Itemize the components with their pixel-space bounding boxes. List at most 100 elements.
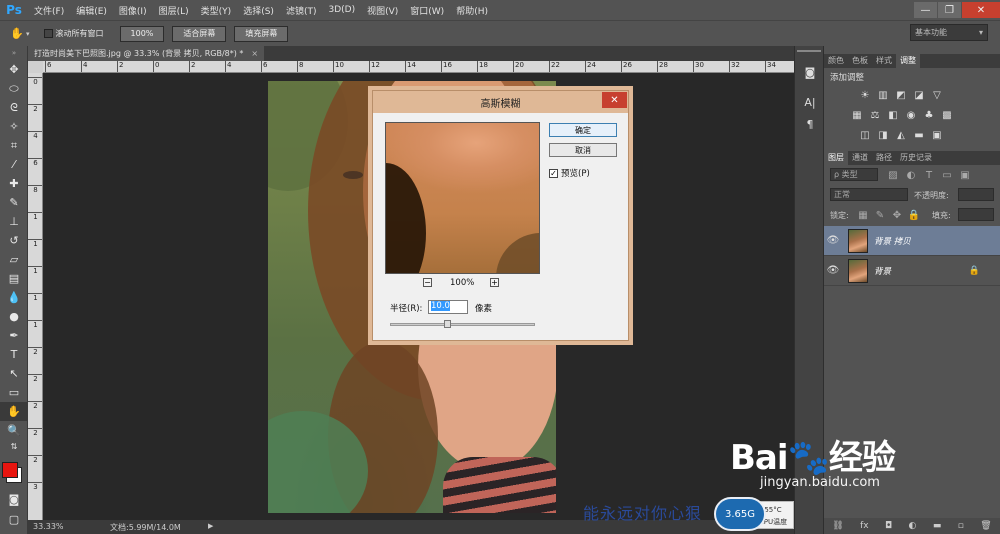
fill-screen-button[interactable]: 填充屏幕 — [234, 25, 289, 42]
zoom-level[interactable]: 33.33% — [33, 522, 64, 531]
menu-filter[interactable]: 滤镜(T) — [280, 4, 323, 17]
menu-edit[interactable]: 编辑(E) — [70, 4, 113, 17]
blur-tool-icon[interactable]: 💧 — [0, 288, 28, 307]
swap-colors-icon[interactable]: ⇅ — [0, 440, 28, 452]
preset-dropdown-icon[interactable]: ▾ — [26, 30, 30, 38]
vibrance-icon[interactable]: ▽ — [930, 88, 944, 102]
menu-file[interactable]: 文件(F) — [28, 4, 70, 17]
close-button[interactable]: ✕ — [962, 2, 1000, 18]
character-panel-icon[interactable]: A| — [800, 92, 820, 112]
dialog-close-button[interactable]: ✕ — [602, 92, 627, 108]
rectangle-tool-icon[interactable]: ▭ — [0, 383, 28, 402]
quick-select-tool-icon[interactable]: ✧ — [0, 117, 28, 136]
visibility-eye-icon[interactable]: 👁 — [824, 235, 842, 246]
tab-layers[interactable]: 图层 — [824, 151, 848, 165]
layer-name[interactable]: 背景 — [874, 265, 891, 277]
zoom-in-button[interactable]: + — [490, 278, 499, 287]
menu-select[interactable]: 选择(S) — [237, 4, 280, 17]
filter-shape-icon[interactable]: ▭ — [940, 168, 954, 182]
layer-style-icon[interactable]: fx — [860, 521, 869, 531]
brush-tool-icon[interactable]: ✎ — [0, 193, 28, 212]
hand-tool-icon[interactable]: ✋ — [0, 402, 28, 421]
horizontal-ruler[interactable]: 6 4 2 0 2 4 6 8 10 12 14 16 18 20 22 24 26 28 30 32 34 — [43, 61, 794, 73]
hue-saturation-icon[interactable]: ▦ — [850, 108, 864, 122]
ok-button[interactable]: 确定 — [549, 123, 617, 137]
threshold-icon[interactable]: ◭ — [894, 128, 908, 142]
dodge-tool-icon[interactable]: ● — [0, 307, 28, 326]
screen-mode-icon[interactable]: ▢ — [0, 510, 28, 529]
layer-row-background[interactable]: 👁 背景 🔒 — [824, 256, 1000, 286]
layer-row-background-copy[interactable]: 👁 背景 拷贝 — [824, 226, 1000, 256]
layer-filter-select[interactable]: ρ 类型 — [830, 168, 878, 181]
layer-mask-icon[interactable]: ◘ — [885, 521, 892, 531]
channel-mixer-icon[interactable]: ♣ — [922, 108, 936, 122]
hand-tool-preset-icon[interactable]: ✋ — [6, 24, 28, 43]
filter-pixel-icon[interactable]: ▨ — [886, 168, 900, 182]
minimize-button[interactable]: — — [914, 2, 937, 18]
marquee-tool-icon[interactable]: ⬭ — [0, 79, 28, 98]
gradient-tool-icon[interactable]: ▤ — [0, 269, 28, 288]
tab-paths[interactable]: 路径 — [872, 151, 896, 165]
memory-badge[interactable]: 3.65G — [714, 497, 766, 531]
foreground-color-swatch[interactable] — [2, 462, 18, 478]
visibility-eye-icon[interactable]: 👁 — [824, 265, 842, 276]
workspace-select[interactable]: 基本功能 ▾ — [910, 24, 988, 41]
restore-button[interactable]: ❐ — [938, 2, 961, 18]
radius-slider-thumb[interactable] — [444, 320, 451, 328]
menu-image[interactable]: 图像(I) — [113, 4, 153, 17]
color-panel-icon[interactable]: ◙ — [800, 62, 820, 82]
radius-input[interactable]: 10.0 — [428, 300, 468, 314]
document-tab[interactable]: 打造时尚美下巴照图.jpg @ 33.3% (背景 拷贝, RGB/8*) * … — [28, 46, 265, 61]
layer-name[interactable]: 背景 拷贝 — [874, 235, 911, 247]
lasso-tool-icon[interactable]: ᘓ — [0, 98, 28, 117]
collapse-toolbar-icon[interactable]: » — [0, 46, 28, 60]
selective-color-icon[interactable]: ▣ — [930, 128, 944, 142]
close-tab-icon[interactable]: × — [251, 49, 258, 58]
scroll-all-windows-checkbox[interactable]: 滚动所有窗口 — [43, 28, 104, 39]
filter-adjustment-icon[interactable]: ◐ — [904, 168, 918, 182]
tab-swatches[interactable]: 色板 — [848, 54, 872, 68]
gradient-map-icon[interactable]: ▬ — [912, 128, 926, 142]
curves-icon[interactable]: ◩ — [894, 88, 908, 102]
vertical-ruler[interactable]: 0 2 4 6 8 1 1 1 1 1 2 2 2 2 2 3 — [28, 73, 43, 520]
strip-grip[interactable] — [797, 50, 821, 56]
quick-mask-icon[interactable]: ◙ — [0, 490, 28, 509]
opacity-input[interactable] — [958, 188, 994, 201]
lock-position-icon[interactable]: ✥ — [890, 208, 904, 222]
color-lookup-icon[interactable]: ▩ — [940, 108, 954, 122]
levels-icon[interactable]: ▥ — [876, 88, 890, 102]
radius-slider-track[interactable] — [390, 323, 535, 326]
invert-icon[interactable]: ◫ — [858, 128, 872, 142]
eraser-tool-icon[interactable]: ▱ — [0, 250, 28, 269]
blend-mode-select[interactable]: 正常 — [830, 188, 908, 201]
path-select-tool-icon[interactable]: ↖ — [0, 364, 28, 383]
delete-layer-icon[interactable]: 🗑 — [980, 521, 991, 531]
menu-view[interactable]: 视图(V) — [361, 4, 404, 17]
tab-styles[interactable]: 样式 — [872, 54, 896, 68]
crop-tool-icon[interactable]: ⌗ — [0, 136, 28, 155]
lock-image-icon[interactable]: ✎ — [873, 208, 887, 222]
fill-input[interactable] — [958, 208, 994, 221]
brightness-icon[interactable]: ☀ — [858, 88, 872, 102]
move-tool-icon[interactable]: ✥ — [0, 60, 28, 79]
new-layer-icon[interactable]: ▫ — [958, 521, 964, 531]
status-menu-icon[interactable]: ▶ — [208, 522, 213, 530]
ruler-origin[interactable] — [28, 61, 43, 73]
history-brush-tool-icon[interactable]: ↺ — [0, 231, 28, 250]
fit-screen-button[interactable]: 适合屏幕 — [172, 25, 227, 42]
eyedropper-tool-icon[interactable]: ⁄ — [0, 155, 28, 174]
new-group-icon[interactable]: ▬ — [933, 521, 942, 531]
tab-history[interactable]: 历史记录 — [896, 151, 936, 165]
zoom-tool-icon[interactable]: 🔍 — [0, 421, 28, 440]
menu-help[interactable]: 帮助(H) — [450, 4, 494, 17]
pen-tool-icon[interactable]: ✒ — [0, 326, 28, 345]
lock-transparency-icon[interactable]: ▦ — [856, 208, 870, 222]
menu-3d[interactable]: 3D(D) — [322, 5, 361, 15]
paragraph-panel-icon[interactable]: ¶ — [800, 114, 820, 134]
filter-type-icon[interactable]: T — [922, 168, 936, 182]
menu-window[interactable]: 窗口(W) — [404, 4, 450, 17]
zoom-out-button[interactable]: − — [423, 278, 432, 287]
posterize-icon[interactable]: ◨ — [876, 128, 890, 142]
tab-channels[interactable]: 通道 — [848, 151, 872, 165]
link-layers-icon[interactable]: ⛓ — [832, 521, 843, 531]
